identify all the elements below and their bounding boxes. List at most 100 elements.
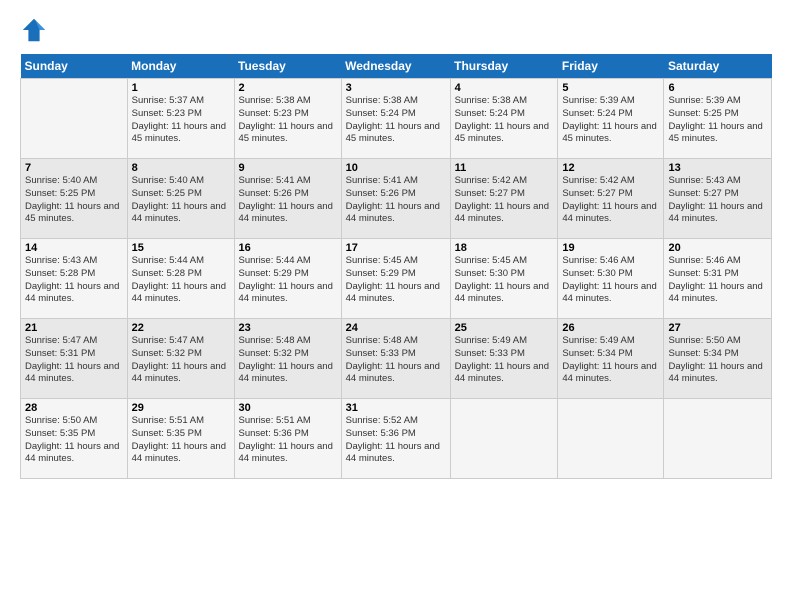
day-cell: 19Sunrise: 5:46 AM Sunset: 5:30 PM Dayli… (558, 239, 664, 319)
day-cell: 10Sunrise: 5:41 AM Sunset: 5:26 PM Dayli… (341, 159, 450, 239)
day-number: 19 (562, 242, 659, 254)
day-cell: 25Sunrise: 5:49 AM Sunset: 5:33 PM Dayli… (450, 319, 558, 399)
day-number: 27 (668, 322, 767, 334)
week-row-5: 28Sunrise: 5:50 AM Sunset: 5:35 PM Dayli… (21, 399, 772, 479)
day-info: Sunrise: 5:51 AM Sunset: 5:36 PM Dayligh… (239, 415, 337, 466)
day-number: 10 (346, 162, 446, 174)
day-cell: 23Sunrise: 5:48 AM Sunset: 5:32 PM Dayli… (234, 319, 341, 399)
day-info: Sunrise: 5:38 AM Sunset: 5:24 PM Dayligh… (455, 95, 554, 146)
day-info: Sunrise: 5:51 AM Sunset: 5:35 PM Dayligh… (132, 415, 230, 466)
day-info: Sunrise: 5:44 AM Sunset: 5:29 PM Dayligh… (239, 255, 337, 306)
day-info: Sunrise: 5:50 AM Sunset: 5:34 PM Dayligh… (668, 335, 767, 386)
logo-icon (20, 16, 48, 44)
day-info: Sunrise: 5:41 AM Sunset: 5:26 PM Dayligh… (239, 175, 337, 226)
header (20, 16, 772, 44)
day-number: 15 (132, 242, 230, 254)
day-info: Sunrise: 5:47 AM Sunset: 5:31 PM Dayligh… (25, 335, 123, 386)
day-cell: 5Sunrise: 5:39 AM Sunset: 5:24 PM Daylig… (558, 79, 664, 159)
day-number: 30 (239, 402, 337, 414)
day-number: 31 (346, 402, 446, 414)
day-number: 29 (132, 402, 230, 414)
day-cell: 15Sunrise: 5:44 AM Sunset: 5:28 PM Dayli… (127, 239, 234, 319)
page: SundayMondayTuesdayWednesdayThursdayFrid… (0, 0, 792, 612)
day-info: Sunrise: 5:48 AM Sunset: 5:33 PM Dayligh… (346, 335, 446, 386)
day-cell: 11Sunrise: 5:42 AM Sunset: 5:27 PM Dayli… (450, 159, 558, 239)
day-info: Sunrise: 5:49 AM Sunset: 5:34 PM Dayligh… (562, 335, 659, 386)
day-number: 5 (562, 82, 659, 94)
header-cell-saturday: Saturday (664, 54, 772, 79)
header-cell-wednesday: Wednesday (341, 54, 450, 79)
day-cell (450, 399, 558, 479)
day-number: 25 (455, 322, 554, 334)
day-cell: 20Sunrise: 5:46 AM Sunset: 5:31 PM Dayli… (664, 239, 772, 319)
day-cell: 31Sunrise: 5:52 AM Sunset: 5:36 PM Dayli… (341, 399, 450, 479)
day-cell: 26Sunrise: 5:49 AM Sunset: 5:34 PM Dayli… (558, 319, 664, 399)
day-info: Sunrise: 5:39 AM Sunset: 5:25 PM Dayligh… (668, 95, 767, 146)
day-info: Sunrise: 5:48 AM Sunset: 5:32 PM Dayligh… (239, 335, 337, 386)
day-number: 7 (25, 162, 123, 174)
day-cell: 21Sunrise: 5:47 AM Sunset: 5:31 PM Dayli… (21, 319, 128, 399)
day-number: 13 (668, 162, 767, 174)
day-info: Sunrise: 5:42 AM Sunset: 5:27 PM Dayligh… (455, 175, 554, 226)
day-cell: 16Sunrise: 5:44 AM Sunset: 5:29 PM Dayli… (234, 239, 341, 319)
day-info: Sunrise: 5:50 AM Sunset: 5:35 PM Dayligh… (25, 415, 123, 466)
week-row-4: 21Sunrise: 5:47 AM Sunset: 5:31 PM Dayli… (21, 319, 772, 399)
day-cell (664, 399, 772, 479)
header-cell-thursday: Thursday (450, 54, 558, 79)
day-cell: 18Sunrise: 5:45 AM Sunset: 5:30 PM Dayli… (450, 239, 558, 319)
logo (20, 16, 52, 44)
day-info: Sunrise: 5:37 AM Sunset: 5:23 PM Dayligh… (132, 95, 230, 146)
day-number: 18 (455, 242, 554, 254)
day-number: 2 (239, 82, 337, 94)
day-info: Sunrise: 5:44 AM Sunset: 5:28 PM Dayligh… (132, 255, 230, 306)
day-info: Sunrise: 5:47 AM Sunset: 5:32 PM Dayligh… (132, 335, 230, 386)
day-number: 21 (25, 322, 123, 334)
day-number: 23 (239, 322, 337, 334)
day-number: 20 (668, 242, 767, 254)
day-number: 26 (562, 322, 659, 334)
day-info: Sunrise: 5:45 AM Sunset: 5:29 PM Dayligh… (346, 255, 446, 306)
day-info: Sunrise: 5:43 AM Sunset: 5:28 PM Dayligh… (25, 255, 123, 306)
day-info: Sunrise: 5:43 AM Sunset: 5:27 PM Dayligh… (668, 175, 767, 226)
day-cell: 12Sunrise: 5:42 AM Sunset: 5:27 PM Dayli… (558, 159, 664, 239)
day-number: 16 (239, 242, 337, 254)
day-info: Sunrise: 5:39 AM Sunset: 5:24 PM Dayligh… (562, 95, 659, 146)
header-cell-friday: Friday (558, 54, 664, 79)
day-cell: 2Sunrise: 5:38 AM Sunset: 5:23 PM Daylig… (234, 79, 341, 159)
day-info: Sunrise: 5:49 AM Sunset: 5:33 PM Dayligh… (455, 335, 554, 386)
day-cell (21, 79, 128, 159)
day-number: 12 (562, 162, 659, 174)
day-number: 1 (132, 82, 230, 94)
day-info: Sunrise: 5:46 AM Sunset: 5:31 PM Dayligh… (668, 255, 767, 306)
day-cell: 29Sunrise: 5:51 AM Sunset: 5:35 PM Dayli… (127, 399, 234, 479)
day-cell: 28Sunrise: 5:50 AM Sunset: 5:35 PM Dayli… (21, 399, 128, 479)
day-info: Sunrise: 5:38 AM Sunset: 5:24 PM Dayligh… (346, 95, 446, 146)
day-cell: 17Sunrise: 5:45 AM Sunset: 5:29 PM Dayli… (341, 239, 450, 319)
day-info: Sunrise: 5:42 AM Sunset: 5:27 PM Dayligh… (562, 175, 659, 226)
day-info: Sunrise: 5:46 AM Sunset: 5:30 PM Dayligh… (562, 255, 659, 306)
day-number: 28 (25, 402, 123, 414)
day-number: 11 (455, 162, 554, 174)
day-number: 14 (25, 242, 123, 254)
header-cell-tuesday: Tuesday (234, 54, 341, 79)
day-cell: 30Sunrise: 5:51 AM Sunset: 5:36 PM Dayli… (234, 399, 341, 479)
day-number: 17 (346, 242, 446, 254)
day-cell: 13Sunrise: 5:43 AM Sunset: 5:27 PM Dayli… (664, 159, 772, 239)
day-number: 8 (132, 162, 230, 174)
header-cell-sunday: Sunday (21, 54, 128, 79)
day-cell (558, 399, 664, 479)
day-cell: 7Sunrise: 5:40 AM Sunset: 5:25 PM Daylig… (21, 159, 128, 239)
day-cell: 4Sunrise: 5:38 AM Sunset: 5:24 PM Daylig… (450, 79, 558, 159)
day-cell: 3Sunrise: 5:38 AM Sunset: 5:24 PM Daylig… (341, 79, 450, 159)
day-info: Sunrise: 5:45 AM Sunset: 5:30 PM Dayligh… (455, 255, 554, 306)
day-cell: 24Sunrise: 5:48 AM Sunset: 5:33 PM Dayli… (341, 319, 450, 399)
day-info: Sunrise: 5:40 AM Sunset: 5:25 PM Dayligh… (25, 175, 123, 226)
day-cell: 27Sunrise: 5:50 AM Sunset: 5:34 PM Dayli… (664, 319, 772, 399)
day-cell: 14Sunrise: 5:43 AM Sunset: 5:28 PM Dayli… (21, 239, 128, 319)
day-cell: 22Sunrise: 5:47 AM Sunset: 5:32 PM Dayli… (127, 319, 234, 399)
week-row-2: 7Sunrise: 5:40 AM Sunset: 5:25 PM Daylig… (21, 159, 772, 239)
calendar-table: SundayMondayTuesdayWednesdayThursdayFrid… (20, 54, 772, 479)
header-cell-monday: Monday (127, 54, 234, 79)
day-number: 22 (132, 322, 230, 334)
week-row-3: 14Sunrise: 5:43 AM Sunset: 5:28 PM Dayli… (21, 239, 772, 319)
